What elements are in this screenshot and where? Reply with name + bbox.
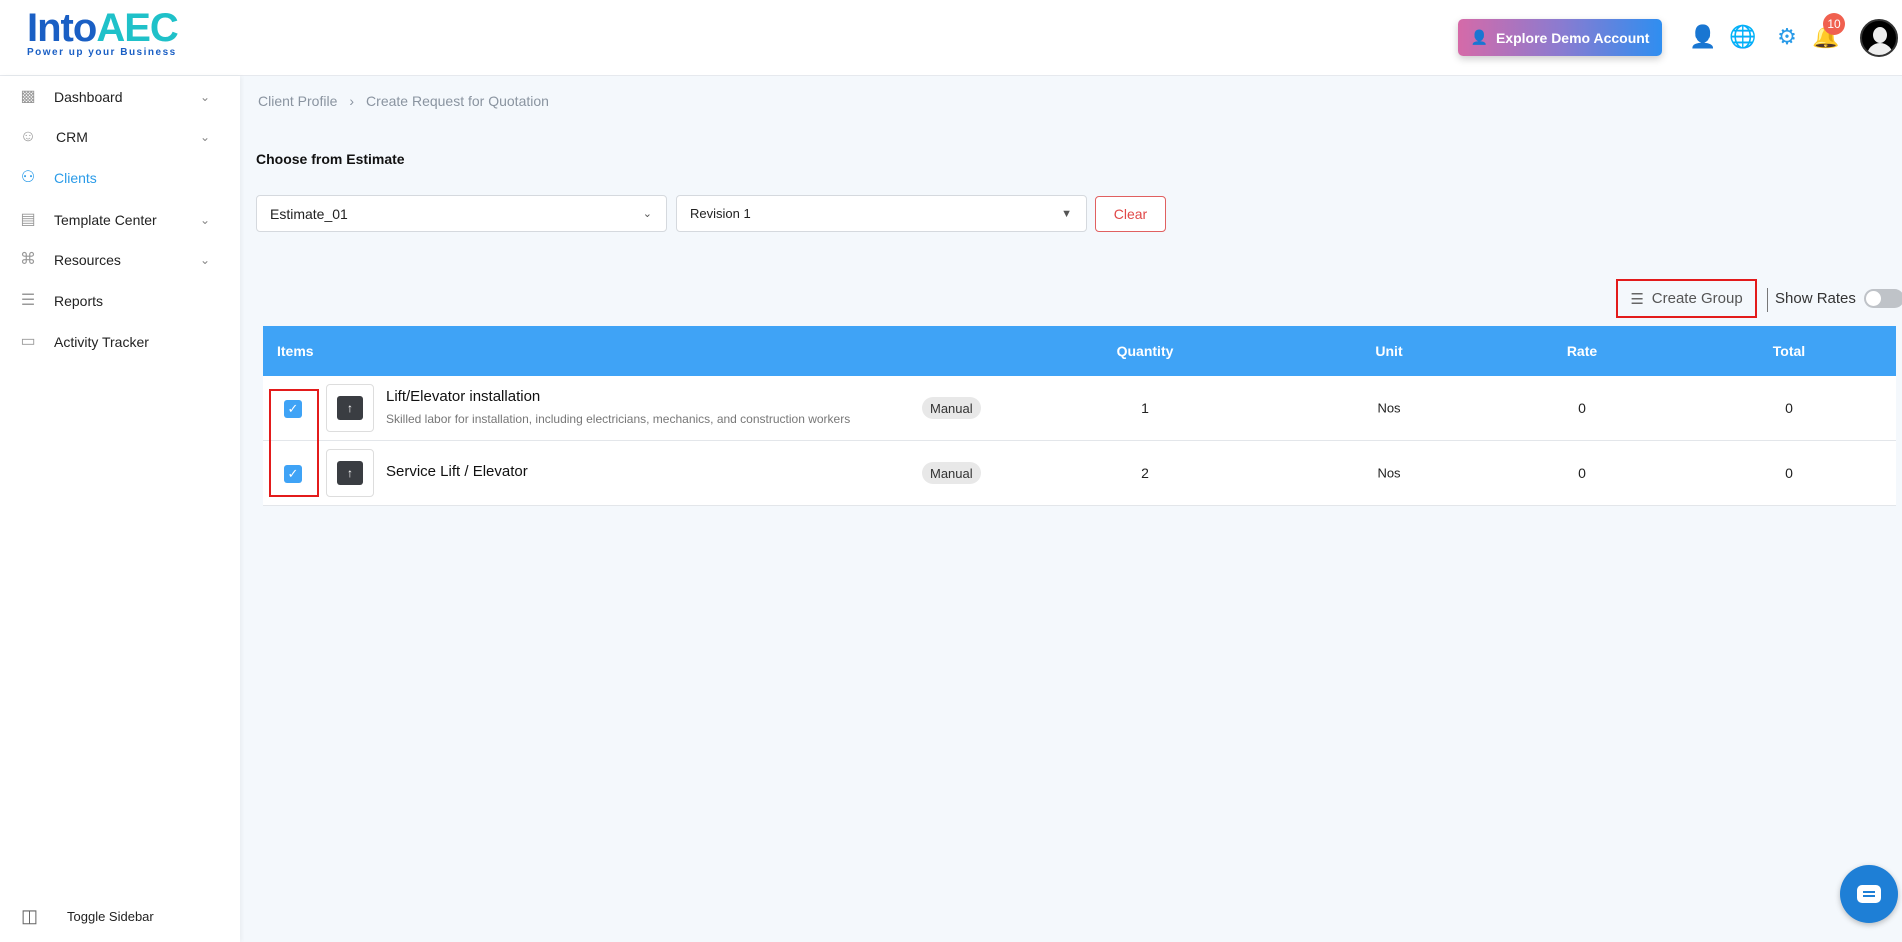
estimate-select[interactable]: Estimate_01 ⌄: [256, 195, 667, 232]
chevron-down-icon: ⌄: [200, 253, 211, 267]
clients-icon: ⚇: [20, 169, 36, 186]
notification-badge: 10: [1823, 13, 1845, 35]
sidebar-item-resources[interactable]: ⌘ Resources ⌄: [0, 242, 240, 278]
folder-upload-icon: ↑: [337, 396, 363, 420]
chevron-down-icon: ⌄: [200, 130, 211, 144]
table-header: Items Quantity Unit Rate Total: [263, 326, 1896, 376]
logo[interactable]: IntoAEC Power up your Business: [27, 6, 187, 66]
folder-upload-icon: ↑: [337, 461, 363, 485]
breadcrumb: Client Profile › Create Request for Quot…: [258, 93, 549, 109]
sidebar-item-template-center[interactable]: ▤ Template Center ⌄: [0, 202, 240, 238]
table-row: ✓ ↑ Lift/Elevator installation Skilled l…: [263, 376, 1896, 441]
sidebar-item-activity-tracker[interactable]: ▭ Activity Tracker: [0, 324, 240, 360]
sidebar-item-crm[interactable]: ☺ CRM ⌄: [0, 119, 240, 155]
show-rates-label: Show Rates: [1775, 290, 1856, 307]
chat-button[interactable]: [1840, 865, 1898, 923]
create-group-button[interactable]: ☰ Create Group: [1616, 279, 1757, 318]
toggle-sidebar-button[interactable]: ◫ Toggle Sidebar: [21, 906, 154, 927]
breadcrumb-client-profile[interactable]: Client Profile: [258, 93, 337, 109]
breadcrumb-current: Create Request for Quotation: [366, 93, 549, 109]
manual-badge: Manual: [922, 462, 981, 484]
sidebar-toggle-icon: ◫: [21, 906, 39, 926]
divider: [1767, 288, 1768, 312]
chevron-right-icon: ›: [349, 93, 355, 109]
item-thumbnail[interactable]: ↑: [326, 384, 374, 432]
items-table: Items Quantity Unit Rate Total ✓ ↑ Lift/…: [263, 326, 1896, 506]
globe-icon[interactable]: 🌐: [1729, 24, 1756, 50]
chevron-down-icon: ⌄: [200, 213, 211, 227]
revision-select[interactable]: Revision 1 ▼: [676, 195, 1087, 232]
sidebar-item-dashboard[interactable]: ▩ Dashboard ⌄: [0, 79, 240, 115]
sidebar: ▩ Dashboard ⌄ ☺ CRM ⌄ ⚇ Clients ▤ Template Cen…: [0, 76, 240, 942]
chevron-down-icon: ⌄: [642, 208, 652, 220]
clear-button[interactable]: Clear: [1095, 196, 1166, 232]
add-user-icon[interactable]: 👤: [1689, 24, 1716, 50]
avatar[interactable]: [1860, 19, 1898, 57]
chevron-down-icon: ⌄: [200, 90, 211, 104]
item-thumbnail[interactable]: ↑: [326, 449, 374, 497]
show-rates-toggle[interactable]: [1864, 289, 1902, 308]
explore-demo-account-button[interactable]: 👤 Explore Demo Account: [1458, 19, 1662, 56]
gear-icon[interactable]: ⚙: [1774, 24, 1800, 50]
checkbox-highlight: [269, 389, 319, 497]
section-title: Choose from Estimate: [256, 151, 405, 167]
dashboard-icon: ▩: [20, 88, 36, 105]
reports-icon: ☰: [20, 292, 36, 309]
crm-icon: ☺: [19, 128, 37, 145]
template-icon: ▤: [20, 211, 36, 228]
top-header: IntoAEC Power up your Business 👤 Explore …: [0, 0, 1902, 76]
caret-down-icon: ▼: [1061, 207, 1072, 220]
sidebar-item-reports[interactable]: ☰ Reports: [0, 283, 240, 319]
table-row: ✓ ↑ Service Lift / Elevator Manual 2 Nos…: [263, 441, 1896, 506]
chat-icon: [1857, 885, 1881, 903]
sidebar-item-clients[interactable]: ⚇ Clients: [0, 160, 240, 196]
layers-icon: ☰: [1630, 290, 1644, 308]
user-icon: 👤: [1470, 29, 1488, 45]
monitor-icon: ▭: [20, 333, 36, 350]
resources-icon: ⌘: [20, 251, 36, 268]
manual-badge: Manual: [922, 397, 981, 419]
